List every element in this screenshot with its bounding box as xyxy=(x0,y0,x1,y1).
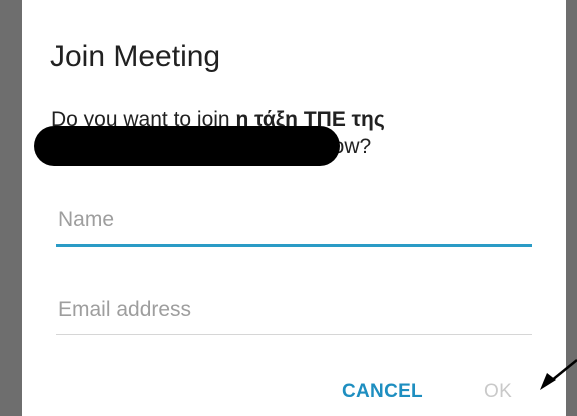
ok-button[interactable]: OK xyxy=(478,376,518,406)
dialog-title: Join Meeting xyxy=(50,40,221,73)
name-input[interactable] xyxy=(56,204,532,236)
join-meeting-dialog: Join Meeting Do you want to join η τάξη … xyxy=(22,0,566,416)
name-field[interactable] xyxy=(56,204,532,247)
email-field[interactable] xyxy=(56,294,532,335)
redaction-bar xyxy=(34,126,340,166)
cancel-button[interactable]: CANCEL xyxy=(336,376,429,406)
email-input[interactable] xyxy=(56,294,532,326)
background-frame-left xyxy=(0,0,22,416)
background-frame-right xyxy=(566,0,577,416)
